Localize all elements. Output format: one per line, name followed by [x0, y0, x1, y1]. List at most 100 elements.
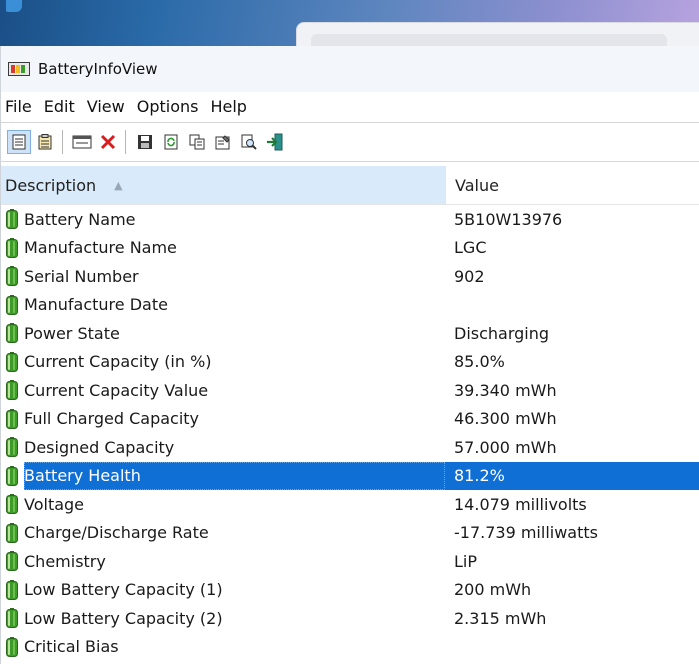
window-title: BatteryInfoView [38, 60, 158, 78]
list-item-description: Charge/Discharge Rate [24, 523, 209, 543]
menu-file[interactable]: File [1, 97, 36, 116]
list-item-description: Current Capacity Value [24, 380, 209, 400]
list-item-description: Manufacture Date [24, 295, 168, 315]
properties-list-icon [38, 134, 52, 150]
list-item-description-cell: Manufacture Date [1, 291, 445, 320]
list-item[interactable]: Full Charged Capacity 46.300 mWh [1, 405, 699, 434]
battery-info-list: Description ▲ Value Battery Name 5B10W139… [1, 166, 699, 661]
list-item[interactable]: Charge/Discharge Rate -17.739 milliwatts [1, 519, 699, 548]
list-item-description-cell: Designed Capacity [1, 433, 445, 462]
list-item[interactable]: Battery Health 81.2% [1, 461, 699, 490]
list-item-description: Current Capacity (in %) [24, 352, 212, 372]
menu-options[interactable]: Options [133, 97, 203, 116]
list-item[interactable]: Designed Capacity 57.000 mWh [1, 433, 699, 462]
list-item[interactable]: Battery Name 5B10W13976 [1, 205, 699, 234]
html-report-icon [12, 134, 26, 150]
copy-icon [189, 134, 205, 150]
properties-list-button[interactable] [33, 130, 57, 154]
list-item-description-cell: Charge/Discharge Rate [1, 519, 445, 548]
list-item[interactable]: Current Capacity (in %) 85.0% [1, 348, 699, 377]
list-item[interactable]: Voltage 14.079 millivolts [1, 490, 699, 519]
list-item-value [445, 291, 699, 320]
list-item-description: Critical Bias [24, 637, 119, 657]
list-item-description-cell: Chemistry [1, 547, 445, 576]
list-item[interactable]: Low Battery Capacity (2) 2.315 mWh [1, 604, 699, 633]
list-item-description-cell: Low Battery Capacity (2) [1, 604, 445, 633]
list-item-description: Voltage [24, 494, 85, 514]
list-item-value: 85.0% [454, 352, 505, 372]
battery-icon [6, 294, 18, 315]
refresh-icon [164, 134, 178, 150]
list-item-description: Battery Name [24, 209, 136, 229]
list-item[interactable]: Manufacture Name LGC [1, 234, 699, 263]
properties-icon [215, 135, 230, 150]
menu-help[interactable]: Help [206, 97, 250, 116]
list-item-description-cell: Voltage [1, 490, 445, 519]
delete-x-icon [100, 134, 116, 150]
exit-icon [267, 133, 283, 151]
list-item-description: Manufacture Name [24, 238, 177, 258]
list-item-value: LiP [454, 551, 478, 571]
battery-icon [6, 323, 18, 344]
list-item-description: Low Battery Capacity (1) [24, 580, 223, 600]
battery-icon [6, 579, 18, 600]
window-icon [72, 135, 92, 149]
toolbar-separator [125, 130, 126, 154]
battery-icon [6, 209, 18, 230]
list-item-value: 200 mWh [454, 580, 532, 600]
column-header-description-label: Description [5, 175, 97, 195]
list-item[interactable]: Power State Discharging [1, 319, 699, 348]
list-item[interactable]: Low Battery Capacity (1) 200 mWh [1, 576, 699, 605]
html-report-button[interactable] [7, 130, 31, 154]
list-item-value: Discharging [454, 323, 550, 343]
refresh-button[interactable] [159, 130, 183, 154]
app-window: BatteryInfoView File Edit View Options H… [0, 46, 699, 664]
battery-icon [6, 522, 18, 543]
list-item[interactable]: Chemistry LiP [1, 547, 699, 576]
list-item-value: -17.739 milliwatts [454, 523, 598, 543]
list-item-value: LGC [454, 238, 487, 258]
window-button[interactable] [70, 130, 94, 154]
exit-button[interactable] [263, 130, 287, 154]
list-item-description-cell: Battery Health [1, 461, 445, 490]
column-header-description[interactable]: Description ▲ [1, 166, 445, 204]
list-item-value: 46.300 mWh [454, 409, 557, 429]
list-item-value: 14.079 millivolts [454, 494, 587, 514]
list-item[interactable]: Critical Bias [1, 633, 699, 662]
battery-icon [6, 408, 18, 429]
list-item-description: Battery Health [24, 461, 445, 490]
toolbar [1, 122, 699, 162]
battery-app-icon [8, 62, 30, 76]
properties-button[interactable] [211, 130, 235, 154]
sort-ascending-icon: ▲ [114, 178, 123, 192]
battery-icon [6, 266, 18, 287]
find-button[interactable] [237, 130, 261, 154]
list-item[interactable]: Manufacture Date [1, 291, 699, 320]
desktop-shortcut-icon[interactable] [6, 0, 22, 12]
list-item-description-cell: Serial Number [1, 262, 445, 291]
list-item[interactable]: Serial Number 902 [1, 262, 699, 291]
find-icon [241, 134, 257, 150]
column-header-value-label: Value [455, 175, 499, 195]
list-item-description: Serial Number [24, 266, 139, 286]
list-item-description: Chemistry [24, 551, 106, 571]
column-header-value[interactable]: Value [445, 166, 699, 204]
list-item-description: Low Battery Capacity (2) [24, 608, 223, 628]
battery-icon [6, 551, 18, 572]
battery-icon [6, 437, 18, 458]
delete-button[interactable] [96, 130, 120, 154]
list-item-description-cell: Full Charged Capacity [1, 405, 445, 434]
copy-button[interactable] [185, 130, 209, 154]
list-item-description: Power State [24, 323, 120, 343]
list-item[interactable]: Current Capacity Value 39.340 mWh [1, 376, 699, 405]
save-button[interactable] [133, 130, 157, 154]
list-header: Description ▲ Value [1, 166, 699, 205]
list-item-value: 57.000 mWh [454, 437, 557, 457]
list-item-description-cell: Low Battery Capacity (1) [1, 576, 445, 605]
menu-view[interactable]: View [83, 97, 129, 116]
list-rows: Battery Name 5B10W13976 Manufacture Name LG… [1, 205, 699, 661]
menu-edit[interactable]: Edit [40, 97, 79, 116]
list-item-value: 39.340 mWh [454, 380, 557, 400]
menu-bar: File Edit View Options Help [1, 92, 699, 120]
battery-icon [6, 494, 18, 515]
